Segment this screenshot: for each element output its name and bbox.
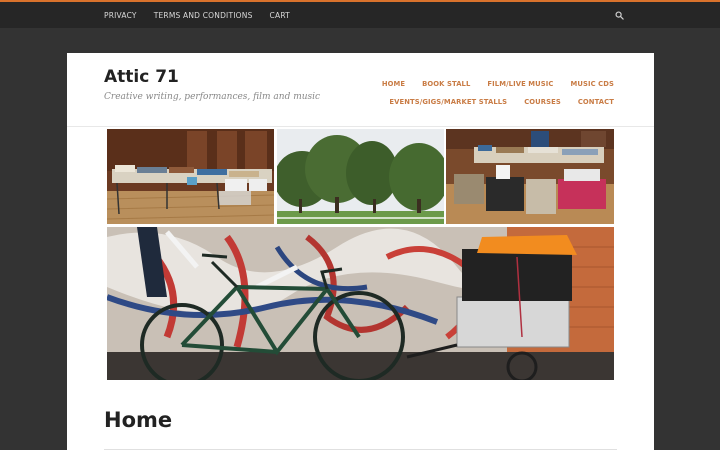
search-icon[interactable] xyxy=(615,11,624,20)
book-stall-photo xyxy=(107,129,274,224)
nav-home[interactable]: HOME xyxy=(382,80,405,88)
page-container: Attic 71 Creative writing, performances,… xyxy=(67,53,654,450)
nav-contact[interactable]: CONTACT xyxy=(578,98,614,106)
page-title: Home xyxy=(104,408,173,432)
top-nav-privacy[interactable]: PRIVACY xyxy=(104,11,137,20)
top-nav: PRIVACY TERMS AND CONDITIONS CART xyxy=(104,2,290,28)
trees-park-photo xyxy=(277,129,444,224)
book-stall-photo-2 xyxy=(446,129,614,224)
top-nav-terms[interactable]: TERMS AND CONDITIONS xyxy=(154,11,253,20)
header-divider xyxy=(67,126,654,127)
site-title[interactable]: Attic 71 xyxy=(104,67,179,87)
bicycle-trailer-graffiti-photo xyxy=(107,227,614,380)
nav-courses[interactable]: COURSES xyxy=(524,98,561,106)
main-nav: HOME BOOK STALL FILM/LIVE MUSIC MUSIC CD… xyxy=(314,80,614,116)
nav-book-stall[interactable]: BOOK STALL xyxy=(422,80,470,88)
site-tagline: Creative writing, performances, film and… xyxy=(104,92,321,102)
nav-music-cds[interactable]: MUSIC CDS xyxy=(571,80,615,88)
nav-events[interactable]: EVENTS/GIGS/MARKET STALLS xyxy=(389,98,507,106)
top-nav-cart[interactable]: CART xyxy=(270,11,290,20)
nav-film-live-music[interactable]: FILM/LIVE MUSIC xyxy=(487,80,553,88)
top-bar: PRIVACY TERMS AND CONDITIONS CART xyxy=(0,0,720,28)
